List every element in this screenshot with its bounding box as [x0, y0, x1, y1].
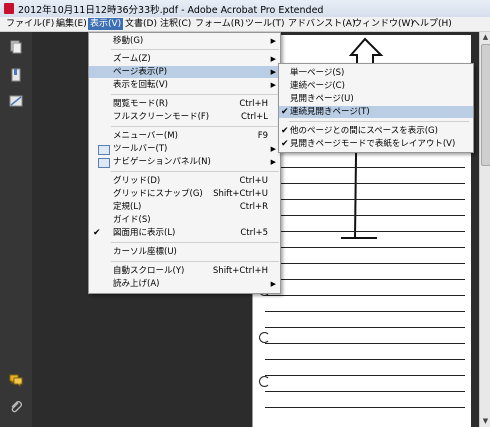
menu-view[interactable]: 表示(V) — [88, 18, 124, 30]
attachments-icon[interactable] — [9, 400, 23, 414]
menu-item-rulers[interactable]: 定規(L) Ctrl+R — [89, 201, 280, 213]
menu-item-snap-to-grid[interactable]: グリッドにスナップ(G) Shift+Ctrl+U — [89, 188, 280, 200]
menu-bar: ファイル(F) 編集(E) 表示(V) 文書(D) 注釈(C) フォーム(R) … — [0, 17, 490, 32]
binder-ring — [259, 332, 270, 343]
menu-file[interactable]: ファイル(F) — [4, 18, 56, 30]
ruled-line — [265, 295, 465, 296]
ruled-line — [265, 167, 465, 168]
menu-separator — [111, 171, 279, 172]
navigation-sidebar — [0, 32, 32, 427]
menu-advanced[interactable]: アドバンスト(A) — [286, 18, 357, 30]
menu-item-page-display[interactable]: ページ表示(P) ▶ — [89, 66, 280, 78]
title-bar: 2012年10月11日12時36分33秒.pdf - Adobe Acrobat… — [0, 0, 490, 18]
page-display-submenu: 単一ページ(S) 連続ページ(C) 見開きページ(U) ✔ 連続見開きページ(T… — [278, 63, 474, 153]
submenu-item-show-cover-page[interactable]: ✔ 見開きページモードで表紙をレイアウト(V) — [279, 138, 473, 150]
menu-separator — [289, 121, 469, 122]
ruled-line — [265, 327, 465, 328]
menu-forms[interactable]: フォーム(R) — [193, 18, 246, 30]
ruled-line — [265, 279, 465, 280]
ruled-line — [265, 263, 465, 264]
submenu-arrow-icon: ▶ — [270, 55, 276, 63]
menu-item-navigation-panels[interactable]: ナビゲーションパネル(N) ▶ — [89, 156, 280, 168]
checkmark-icon: ✔ — [281, 107, 289, 117]
menu-separator — [111, 242, 279, 243]
menu-item-line-weights[interactable]: ✔ 図面用に表示(L) Ctrl+5 — [89, 227, 280, 239]
binder-ring — [259, 376, 270, 387]
ruled-line — [265, 215, 465, 216]
menu-item-read-out-loud[interactable]: 読み上げ(A) ▶ — [89, 278, 280, 290]
ruled-line — [265, 343, 465, 344]
menu-tools[interactable]: ツール(T) — [243, 18, 287, 30]
submenu-arrow-icon: ▶ — [270, 68, 276, 76]
menu-comments[interactable]: 注釈(C) — [158, 18, 193, 30]
signatures-icon[interactable] — [9, 94, 23, 108]
menu-edit[interactable]: 編集(E) — [54, 18, 89, 30]
menu-separator — [111, 126, 279, 127]
menu-item-rotate-view[interactable]: 表示を回転(V) ▶ — [89, 79, 280, 91]
checkmark-icon: ✔ — [93, 228, 101, 238]
menu-separator — [111, 49, 279, 50]
menu-item-read-mode[interactable]: 閲覧モード(R) Ctrl+H — [89, 98, 280, 110]
acrobat-pdf-icon — [4, 3, 14, 14]
ruled-line — [265, 231, 465, 232]
menu-help[interactable]: ヘルプ(H) — [409, 18, 454, 30]
submenu-item-two-up-continuous[interactable]: ✔ 連続見開きページ(T) — [279, 106, 473, 118]
ruled-line — [265, 359, 465, 360]
ruled-line — [265, 183, 465, 184]
menu-item-cursor-coordinates[interactable]: カーソル座標(U) — [89, 246, 280, 258]
submenu-item-two-up[interactable]: 見開きページ(U) — [279, 93, 473, 105]
menu-item-auto-scroll[interactable]: 自動スクロール(Y) Shift+Ctrl+H — [89, 265, 280, 277]
bookmarks-icon[interactable] — [9, 68, 23, 82]
vertical-scrollbar[interactable]: ▲ ▼ — [479, 32, 490, 427]
submenu-arrow-icon: ▶ — [270, 280, 276, 288]
submenu-item-single-page-continuous[interactable]: 連続ページ(C) — [279, 80, 473, 92]
submenu-item-show-gaps-between-pages[interactable]: ✔ 他のページとの間にスペースを表示(G) — [279, 125, 473, 137]
toolbar-icon — [98, 145, 110, 155]
scroll-down-arrow-icon[interactable]: ▼ — [480, 416, 490, 427]
ruled-line — [265, 407, 465, 408]
ruled-line — [265, 391, 465, 392]
scroll-up-arrow-icon[interactable]: ▲ — [480, 32, 490, 43]
checkmark-icon: ✔ — [281, 126, 289, 136]
menu-item-navigate[interactable]: 移動(G) ▶ — [89, 35, 280, 47]
scroll-thumb[interactable] — [481, 44, 490, 166]
submenu-arrow-icon: ▶ — [270, 158, 276, 166]
menu-item-full-screen[interactable]: フルスクリーンモード(F) Ctrl+L — [89, 111, 280, 123]
checkmark-icon: ✔ — [281, 139, 289, 149]
menu-separator — [111, 94, 279, 95]
menu-separator — [111, 261, 279, 262]
pages-icon[interactable] — [9, 40, 23, 54]
menu-window[interactable]: ウィンドウ(W) — [351, 18, 416, 30]
navigation-panel-icon — [98, 158, 110, 168]
submenu-item-single-page[interactable]: 単一ページ(S) — [279, 67, 473, 79]
comments-icon[interactable] — [9, 373, 23, 387]
menu-item-grid[interactable]: グリッド(D) Ctrl+U — [89, 175, 280, 187]
ruled-line — [265, 199, 465, 200]
menu-item-guides[interactable]: ガイド(S) — [89, 214, 280, 226]
menu-item-toolbars[interactable]: ツールバー(T) ▶ — [89, 143, 280, 155]
menu-item-menu-bar[interactable]: メニューバー(M) F9 — [89, 130, 280, 142]
ruled-line — [265, 375, 465, 376]
submenu-arrow-icon: ▶ — [270, 37, 276, 45]
menu-item-zoom[interactable]: ズーム(Z) ▶ — [89, 53, 280, 65]
ruled-line — [265, 311, 465, 312]
window-title: 2012年10月11日12時36分33秒.pdf - Adobe Acrobat… — [18, 5, 324, 16]
submenu-arrow-icon: ▶ — [270, 81, 276, 89]
ruled-line — [265, 247, 465, 248]
menu-document[interactable]: 文書(D) — [123, 18, 159, 30]
view-menu: 移動(G) ▶ ズーム(Z) ▶ ページ表示(P) ▶ 表示を回転(V) ▶ 閲… — [88, 32, 281, 294]
submenu-arrow-icon: ▶ — [270, 145, 276, 153]
